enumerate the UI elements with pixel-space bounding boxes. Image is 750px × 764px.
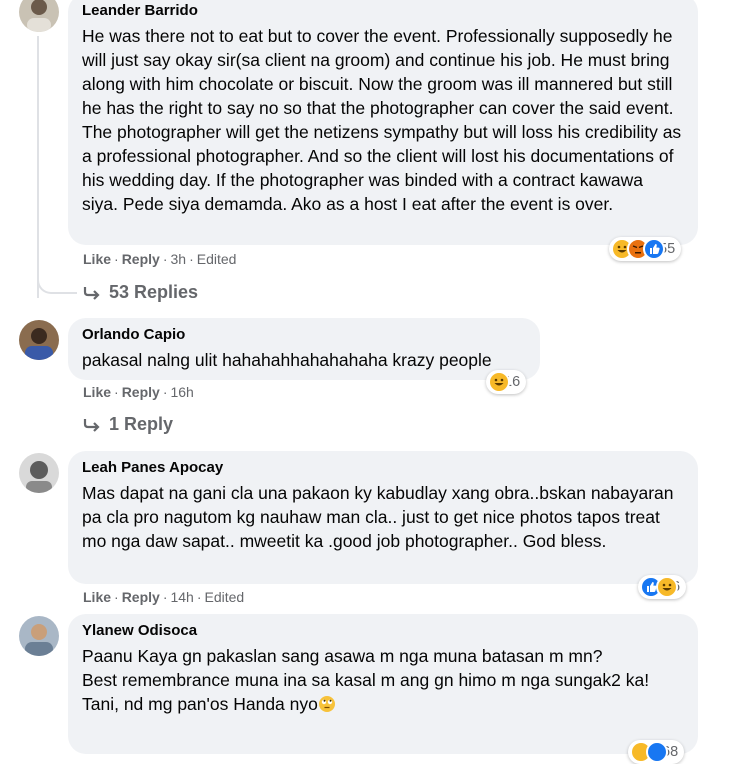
- timestamp[interactable]: 16h: [170, 384, 193, 400]
- reply-button[interactable]: Reply: [122, 384, 160, 400]
- comment-author[interactable]: Leah Panes Apocay: [82, 459, 682, 477]
- timestamp[interactable]: 14h: [170, 589, 193, 605]
- comment-text: Mas dapat na gani cla una pakaon ky kabu…: [82, 483, 679, 551]
- reaction-summary[interactable]: 16: [486, 370, 527, 394]
- like-button[interactable]: Like: [83, 251, 111, 267]
- edited-label: Edited: [196, 251, 237, 267]
- comment-text: Paanu Kaya gn pakaslan sang asawa m nga …: [82, 644, 682, 716]
- avatar[interactable]: [19, 0, 59, 32]
- comment-author[interactable]: Ylanew Odisoca: [82, 622, 682, 640]
- comment-author[interactable]: Leander Barrido: [82, 2, 682, 20]
- reaction-summary[interactable]: 6: [638, 575, 687, 599]
- timestamp[interactable]: 3h: [170, 251, 186, 267]
- haha-icon: [488, 371, 510, 393]
- rolling-eyes-icon: [318, 696, 335, 712]
- like-button[interactable]: Like: [83, 589, 111, 605]
- comment-text-line: Best remembrance muna ina sa kasal m ang…: [82, 670, 650, 690]
- reply-arrow-icon: [83, 286, 100, 300]
- comment-actions: Like · Reply · 16h: [83, 384, 194, 400]
- comment-text: pakasal nalng ulit hahahahhahahahaha kra…: [82, 350, 492, 370]
- view-replies-button[interactable]: 1 Reply: [83, 414, 173, 435]
- reply-button[interactable]: Reply: [122, 589, 160, 605]
- thread-connector: [37, 270, 77, 294]
- avatar[interactable]: [19, 616, 59, 656]
- comment-actions: Like · Reply · 14h · Edited: [83, 589, 245, 605]
- like-button[interactable]: Like: [83, 384, 111, 400]
- reaction-summary[interactable]: 55: [609, 237, 682, 261]
- comment-bubble: Leah Panes Apocay Mas dapat na gani cla …: [68, 451, 698, 584]
- like-icon: [643, 238, 665, 260]
- reply-button[interactable]: Reply: [122, 251, 160, 267]
- comment-text-line: Paanu Kaya gn pakaslan sang asawa m nga …: [82, 646, 603, 666]
- avatar[interactable]: [19, 453, 59, 493]
- replies-label: 53 Replies: [109, 282, 199, 302]
- reply-arrow-icon: [83, 418, 100, 432]
- view-replies-button[interactable]: 53 Replies: [83, 282, 198, 303]
- comment-actions: Like · Reply · 3h · Edited: [83, 251, 237, 267]
- comment-text: He was there not to eat but to cover the…: [82, 26, 687, 214]
- comment-bubble: Leander Barrido He was there not to eat …: [68, 0, 698, 245]
- haha-icon: [656, 576, 678, 598]
- comment-bubble: Orlando Capio pakasal nalng ulit hahahah…: [68, 318, 540, 380]
- replies-label: 1 Reply: [109, 414, 174, 434]
- comment-bubble: Ylanew Odisoca Paanu Kaya gn pakaslan sa…: [68, 614, 698, 754]
- edited-label: Edited: [204, 589, 245, 605]
- comment-author[interactable]: Orlando Capio: [82, 326, 524, 344]
- like-icon: [646, 741, 668, 763]
- comment-text-line: Tani, nd mg pan'os Handa nyo: [82, 694, 318, 714]
- reaction-summary[interactable]: 68: [628, 740, 685, 764]
- avatar[interactable]: [19, 320, 59, 360]
- thread-line: [37, 36, 39, 298]
